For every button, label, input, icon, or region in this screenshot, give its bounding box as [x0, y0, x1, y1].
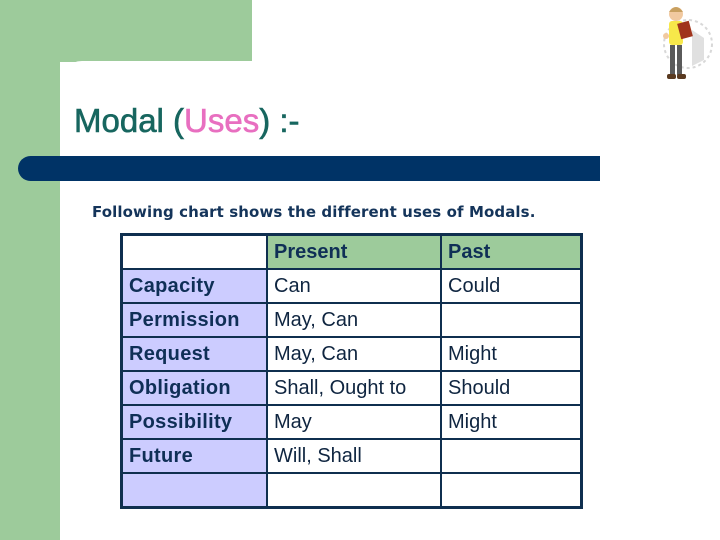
- past-cell: [440, 302, 583, 338]
- past-cell: [440, 472, 583, 509]
- header-cell-corner: [120, 233, 268, 270]
- row-label: Future: [120, 438, 268, 474]
- present-cell: May: [266, 404, 442, 440]
- man-reading-book-icon: [663, 7, 713, 79]
- table-row-empty: [120, 472, 583, 509]
- row-label: Possibility: [120, 404, 268, 440]
- past-cell: Could: [440, 268, 583, 304]
- slide-title: Modal (Uses) :-: [74, 102, 300, 140]
- past-cell: [440, 438, 583, 474]
- table-row: Permission May, Can: [120, 302, 583, 338]
- slide-subtitle: Following chart shows the different uses…: [92, 203, 536, 221]
- green-sidebar-band: [0, 0, 60, 540]
- title-prefix: Modal (: [74, 102, 185, 140]
- present-cell: May, Can: [266, 336, 442, 372]
- present-cell: Can: [266, 268, 442, 304]
- header-cell-past: Past: [440, 233, 583, 270]
- present-cell: [266, 472, 442, 509]
- row-label: Permission: [120, 302, 268, 338]
- present-cell: May, Can: [266, 302, 442, 338]
- modal-uses-table: Present Past Capacity Can Could Permissi…: [120, 233, 583, 509]
- green-top-band: [0, 0, 252, 62]
- past-cell: Should: [440, 370, 583, 406]
- past-cell: Might: [440, 336, 583, 372]
- table-row: Request May, Can Might: [120, 336, 583, 372]
- row-label: Request: [120, 336, 268, 372]
- past-cell: Might: [440, 404, 583, 440]
- table-header-row: Present Past: [120, 233, 583, 270]
- table-row: Capacity Can Could: [120, 268, 583, 304]
- title-underline-bar: [18, 156, 600, 181]
- row-label: Obligation: [120, 370, 268, 406]
- row-label: [120, 472, 268, 509]
- header-cell-present: Present: [266, 233, 442, 270]
- table-row: Possibility May Might: [120, 404, 583, 440]
- title-suffix: ) :-: [259, 102, 300, 140]
- present-cell: Will, Shall: [266, 438, 442, 474]
- title-accent: Uses: [184, 102, 260, 140]
- table-row: Future Will, Shall: [120, 438, 583, 474]
- row-label: Capacity: [120, 268, 268, 304]
- present-cell: Shall, Ought to: [266, 370, 442, 406]
- table-row: Obligation Shall, Ought to Should: [120, 370, 583, 406]
